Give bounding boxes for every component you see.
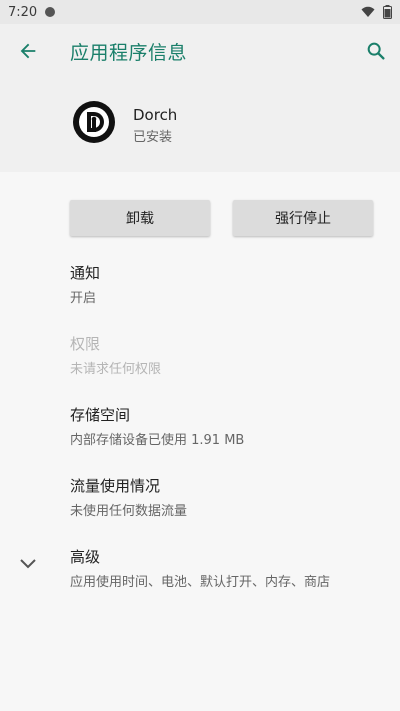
notifications-subtitle: 开启 (70, 291, 97, 306)
notifications-item[interactable]: 通知 开启 (70, 262, 100, 306)
data-usage-subtitle: 未使用任何数据流量 (70, 504, 188, 519)
search-icon (367, 42, 385, 60)
storage-title: 存储空间 (70, 406, 131, 424)
app-name: Dorch (133, 106, 178, 124)
chevron-down-icon[interactable] (18, 556, 38, 572)
app-install-status: 已安装 (133, 130, 173, 145)
permissions-title: 权限 (70, 335, 101, 353)
storage-subtitle: 内部存储设备已使用 1.91 MB (70, 433, 245, 448)
page-title: 应用程序信息 (70, 42, 188, 64)
wifi-icon (361, 6, 375, 17)
app-header-panel (0, 78, 400, 172)
status-time: 7:20 (8, 4, 38, 20)
data-usage-title: 流量使用情况 (70, 477, 161, 495)
advanced-item[interactable]: 高级 应用使用时间、电池、默认打开、内存、商店 (70, 546, 330, 590)
notifications-title: 通知 (70, 264, 101, 282)
permissions-subtitle: 未请求任何权限 (70, 362, 162, 377)
status-left: 7:20 (8, 4, 56, 20)
advanced-subtitle: 应用使用时间、电池、默认打开、内存、商店 (70, 575, 331, 590)
storage-item[interactable]: 存储空间 内部存储设备已使用 1.91 MB (70, 404, 244, 448)
back-button[interactable] (14, 37, 42, 65)
permissions-item: 权限 未请求任何权限 (70, 333, 161, 377)
status-right (361, 5, 392, 19)
advanced-title: 高级 (70, 548, 101, 566)
uninstall-button[interactable]: 卸载 (70, 200, 210, 236)
status-bar: 7:20 (0, 0, 400, 24)
notification-dot-icon (45, 7, 56, 17)
search-button[interactable] (362, 37, 390, 65)
app-bar: 应用程序信息 (0, 24, 400, 78)
back-arrow-icon (20, 43, 36, 59)
force-stop-button[interactable]: 强行停止 (233, 200, 373, 236)
data-usage-item[interactable]: 流量使用情况 未使用任何数据流量 (70, 475, 187, 519)
battery-icon (383, 5, 392, 19)
app-logo-icon (73, 101, 115, 143)
